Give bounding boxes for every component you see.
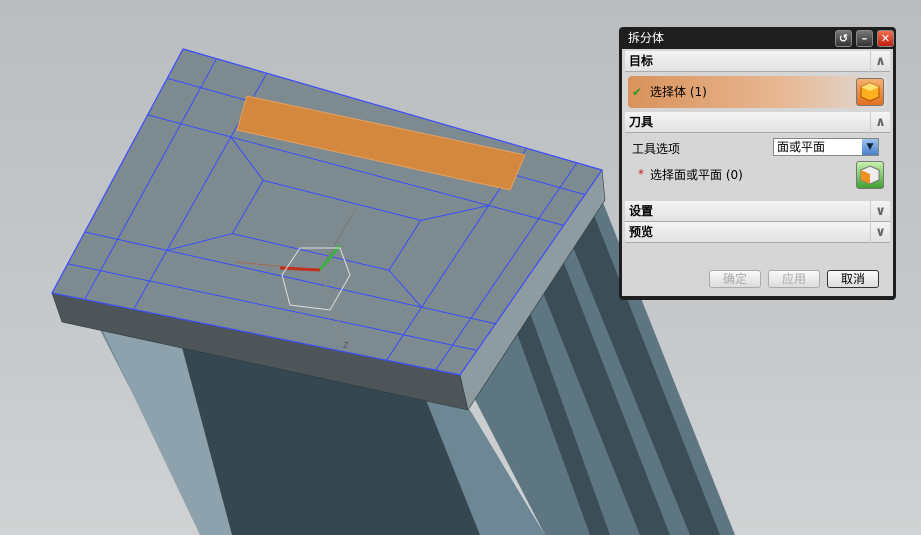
reset-icon[interactable]: ↺ — [835, 30, 852, 47]
apply-button[interactable]: 应用 — [768, 270, 820, 288]
select-body-cube-button[interactable] — [856, 78, 884, 106]
cancel-button[interactable]: 取消 — [827, 270, 879, 288]
required-marker: * — [638, 167, 644, 181]
section-settings[interactable]: 设置 ∨ — [625, 201, 890, 222]
section-settings-label: 设置 — [629, 204, 654, 218]
tool-option-value: 面或平面 — [777, 140, 826, 154]
select-body-label: 选择体 (1) — [650, 85, 707, 99]
cube-icon — [860, 165, 880, 185]
close-icon[interactable]: ✕ — [877, 30, 894, 47]
section-target-label: 目标 — [629, 54, 654, 68]
section-tool-label: 刀具 — [629, 115, 654, 129]
dialog-titlebar[interactable]: 拆分体 ↺ – ✕ — [622, 28, 894, 49]
chevron-down-icon[interactable]: ∨ — [870, 222, 890, 243]
section-target[interactable]: 目标 ∧ — [625, 51, 890, 72]
cube-icon — [860, 82, 880, 102]
chevron-up-icon[interactable]: ∧ — [870, 51, 890, 72]
check-icon: ✔ — [632, 85, 643, 99]
select-body-row[interactable]: ✔ 选择体 (1) — [628, 76, 887, 108]
tool-option-label: 工具选项 — [632, 142, 681, 156]
section-preview-label: 预览 — [629, 225, 654, 239]
select-face-cube-button[interactable] — [856, 161, 884, 189]
section-preview[interactable]: 预览 ∨ — [625, 222, 890, 243]
tool-option-select[interactable]: 面或平面 ▼ — [773, 138, 879, 156]
section-tool[interactable]: 刀具 ∧ — [625, 112, 890, 133]
dropdown-arrow-icon[interactable]: ▼ — [862, 139, 878, 155]
chevron-up-icon[interactable]: ∧ — [870, 112, 890, 133]
dialog-title: 拆分体 — [628, 31, 665, 45]
minimize-icon[interactable]: – — [856, 30, 873, 47]
ok-button[interactable]: 确定 — [709, 270, 761, 288]
select-face-label[interactable]: 选择面或平面 (0) — [650, 166, 743, 183]
chevron-down-icon[interactable]: ∨ — [870, 201, 890, 222]
split-body-dialog: 拆分体 ↺ – ✕ 目标 ∧ ✔ 选择体 (1) 刀具 ∧ 工具选项 面或平面 ▼ … — [619, 27, 896, 300]
z-axis-label: Z — [343, 341, 349, 350]
